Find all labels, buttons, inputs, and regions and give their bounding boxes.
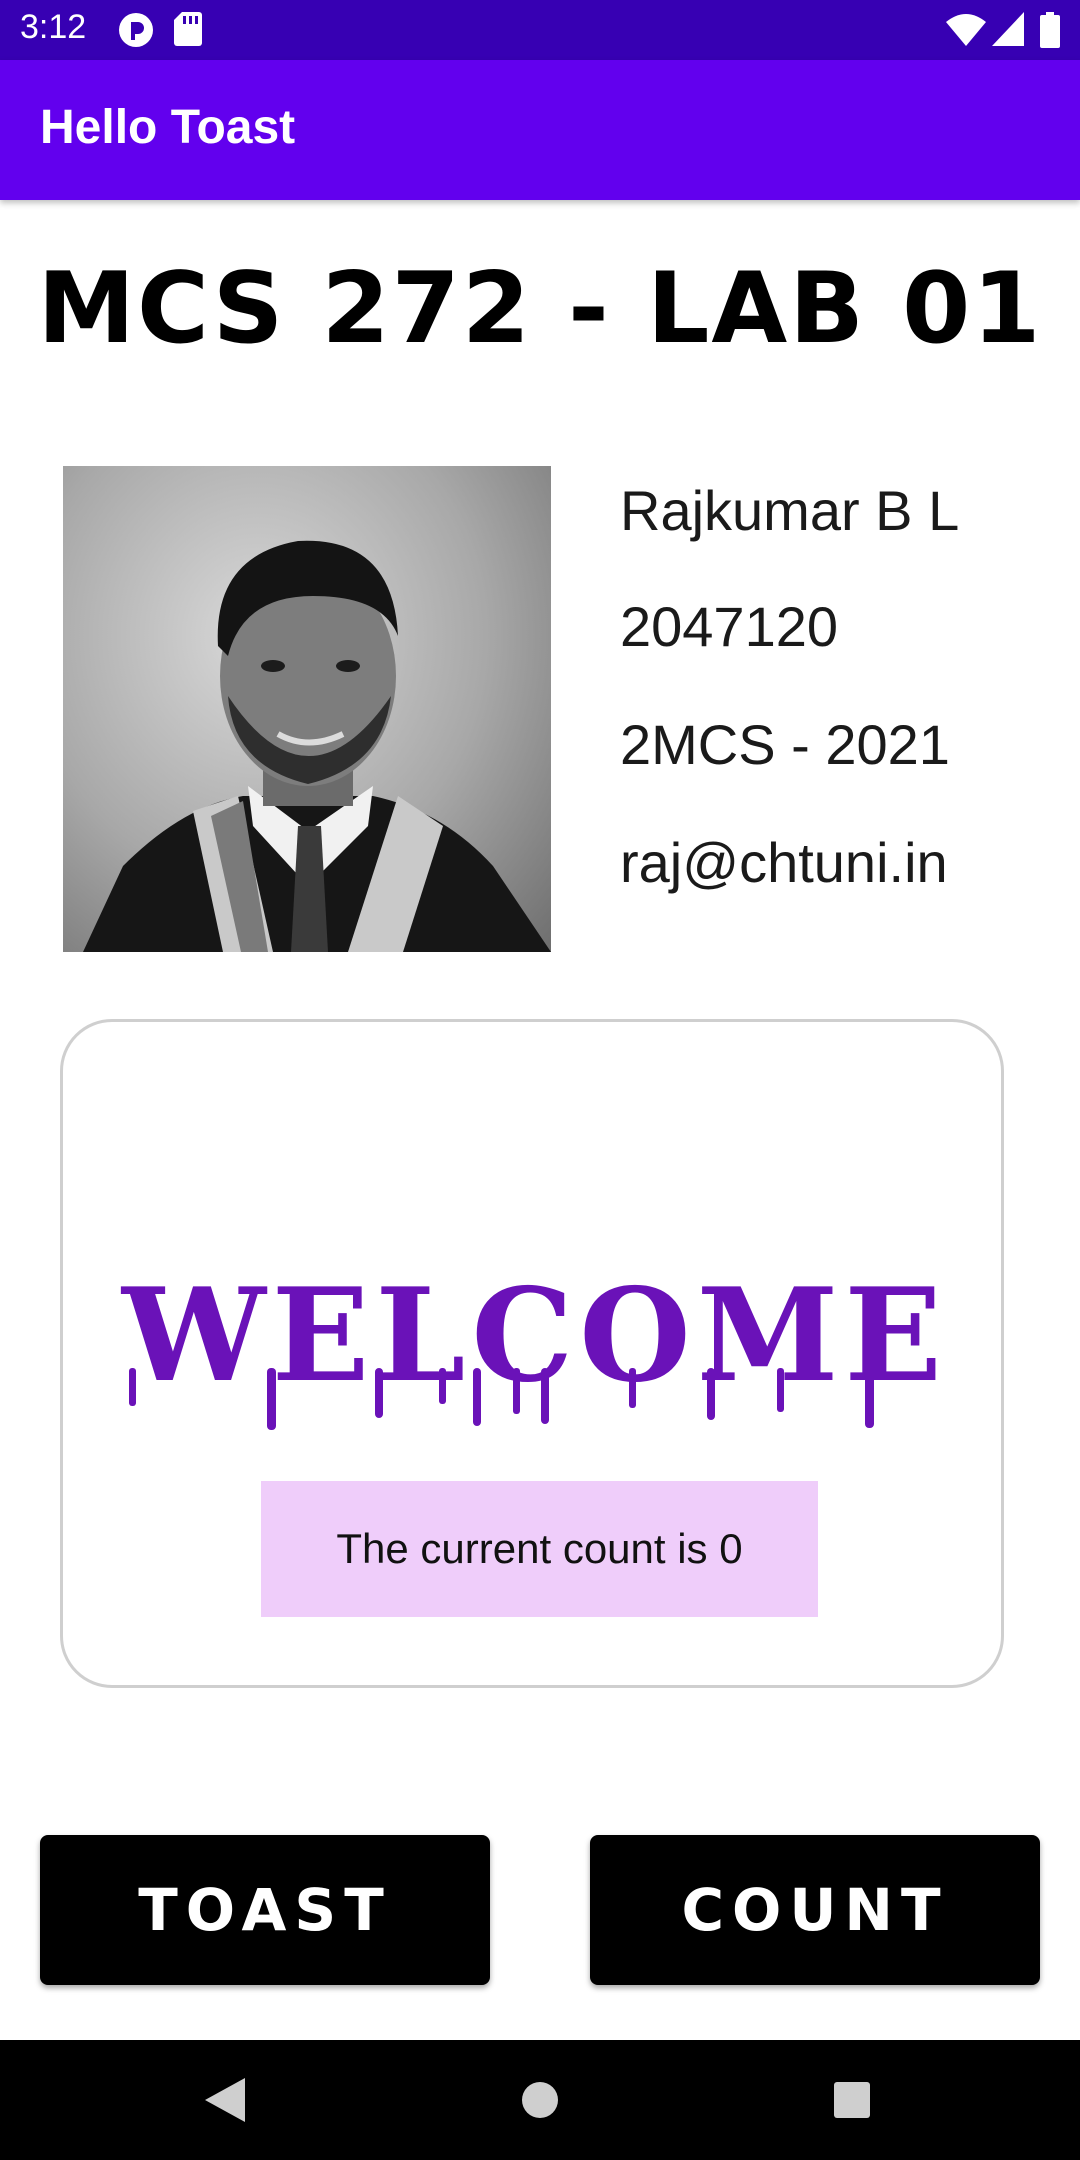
recents-icon[interactable] (834, 2082, 870, 2123)
status-bar: 3:12 (0, 0, 1080, 60)
app-title: Hello Toast (40, 101, 296, 154)
count-display: The current count is 0 (261, 1481, 818, 1617)
student-name: Rajkumar B L (620, 479, 960, 542)
back-icon[interactable] (205, 2078, 245, 2127)
signal-icon (992, 12, 1024, 51)
pocket-cast-icon (118, 12, 154, 53)
toast-button[interactable]: TOAST (40, 1835, 490, 1985)
count-button[interactable]: COUNT (590, 1835, 1040, 1985)
welcome-text: WELCOME (120, 1270, 948, 1411)
student-email: raj@chtuni.in (620, 831, 948, 894)
page-title: MCS 272 - LAB 01 (37, 252, 1043, 366)
home-icon[interactable] (522, 2082, 558, 2123)
battery-icon (1040, 12, 1060, 53)
sd-card-icon (174, 12, 202, 51)
app-bar: Hello Toast (0, 60, 1080, 200)
profile-photo (63, 466, 551, 952)
student-id: 2047120 (620, 595, 839, 658)
student-class: 2MCS - 2021 (620, 713, 950, 776)
wifi-icon (946, 12, 986, 51)
status-time: 3:12 (20, 8, 87, 46)
welcome-banner: WELCOME (120, 1270, 948, 1430)
navigation-bar (0, 2040, 1080, 2160)
